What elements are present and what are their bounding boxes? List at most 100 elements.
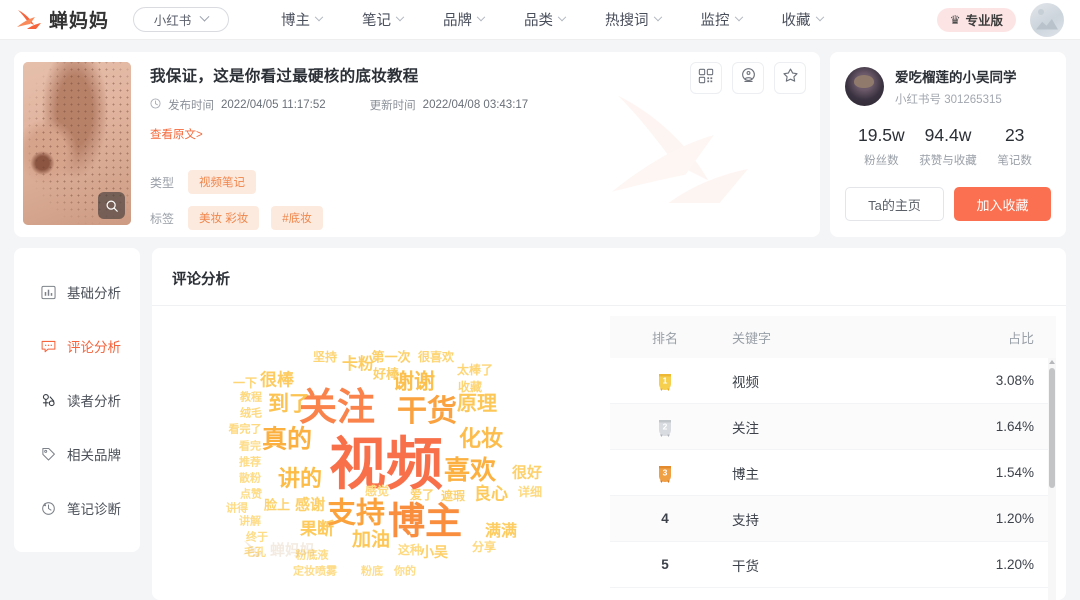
word-cloud-item[interactable]: 点赞: [240, 489, 262, 501]
author-action-buttons: Ta的主页 加入收藏: [845, 187, 1051, 221]
keyword-cell: 关注: [732, 420, 759, 436]
word-cloud-item[interactable]: 博主: [388, 503, 462, 540]
chevron-down-icon: [199, 11, 210, 22]
word-cloud-item[interactable]: 小吴: [420, 545, 448, 559]
word-cloud-item[interactable]: 到了: [268, 394, 310, 415]
pro-version-badge[interactable]: ♛ 专业版: [936, 7, 1016, 32]
sidebar-item-related-brands[interactable]: 相关品牌: [14, 442, 140, 466]
word-cloud-item[interactable]: 支持: [327, 499, 385, 529]
table-row[interactable]: 2 关注 1.64%: [610, 404, 1056, 450]
scrollbar-thumb[interactable]: [1049, 368, 1055, 488]
favorite-button[interactable]: [774, 62, 806, 94]
word-cloud-item[interactable]: 好棒: [373, 368, 399, 381]
word-cloud-item[interactable]: 很棒: [260, 372, 294, 389]
word-cloud-item[interactable]: 详细: [518, 486, 542, 498]
word-cloud-item[interactable]: 很好: [512, 466, 542, 481]
rank-number: 4: [661, 511, 669, 526]
word-cloud-item[interactable]: 推荐: [239, 457, 261, 469]
table-row[interactable]: 5 干货 1.20%: [610, 542, 1056, 588]
word-cloud-item[interactable]: 谢谢: [393, 372, 435, 393]
word-cloud-item[interactable]: 第一次: [371, 351, 410, 364]
word-cloud-item[interactable]: 良心: [474, 486, 508, 503]
word-cloud-item[interactable]: 真的: [262, 427, 312, 453]
search-icon[interactable]: [98, 192, 125, 219]
table-scrollbar[interactable]: [1048, 358, 1056, 600]
word-cloud-item[interactable]: 绒毛: [240, 408, 262, 420]
word-cloud-item[interactable]: 看完了: [229, 424, 262, 436]
bar-chart-icon: [40, 284, 56, 300]
brand-logo-group[interactable]: 蝉妈妈: [14, 6, 109, 33]
add-favorite-button[interactable]: 加入收藏: [954, 187, 1051, 221]
people-icon: [40, 392, 56, 408]
author-avatar[interactable]: [845, 67, 884, 106]
author-homepage-button[interactable]: Ta的主页: [845, 187, 944, 221]
stat-label: 粉丝数: [864, 155, 899, 167]
nav-item-notes[interactable]: 笔记: [362, 9, 405, 30]
sidebar-item-reader-analysis[interactable]: 读者分析: [14, 388, 140, 412]
word-cloud-item[interactable]: 粉底: [361, 566, 383, 578]
scroll-up-arrow-icon[interactable]: [1049, 360, 1055, 364]
note-tag[interactable]: 美妆 彩妆: [188, 206, 260, 230]
nav-item-label: 收藏: [781, 13, 811, 29]
word-cloud-item[interactable]: 加油: [352, 531, 390, 550]
word-cloud-item[interactable]: 散粉: [239, 473, 261, 485]
word-cloud-item[interactable]: 原理: [457, 394, 497, 414]
nav-item-label: 品类: [524, 13, 554, 29]
note-thumbnail[interactable]: [23, 62, 131, 225]
word-cloud-item[interactable]: 果断: [300, 521, 334, 538]
word-cloud-item[interactable]: 遮瑕: [441, 490, 465, 502]
word-cloud-item[interactable]: 讲的: [278, 468, 322, 490]
word-cloud-item[interactable]: 爱了: [410, 489, 434, 501]
word-cloud-item[interactable]: 太棒了: [457, 364, 493, 376]
user-avatar[interactable]: [1030, 2, 1064, 37]
sidebar-item-label: 相关品牌: [67, 448, 121, 463]
platform-selector[interactable]: 小红书: [133, 7, 230, 32]
svg-text:2: 2: [663, 421, 668, 431]
publish-time-value: 2022/04/05 11:17:52: [221, 99, 326, 111]
sidebar-item-label: 笔记诊断: [67, 502, 121, 517]
word-cloud-item[interactable]: 看完: [239, 441, 261, 453]
word-cloud-item[interactable]: 坚持: [313, 351, 337, 363]
word-cloud-item[interactable]: 讲得: [226, 503, 248, 515]
word-cloud-item[interactable]: 你的: [394, 566, 416, 578]
qrcode-button[interactable]: [690, 62, 722, 94]
nav-item-favorites[interactable]: 收藏: [781, 9, 824, 30]
word-cloud-item[interactable]: 满满: [485, 524, 517, 540]
nav-item-monitor[interactable]: 监控: [701, 9, 743, 30]
word-cloud-item[interactable]: 分享: [472, 541, 496, 553]
nav-item-label: 笔记: [362, 13, 392, 29]
word-cloud-item[interactable]: 喜欢: [444, 457, 496, 483]
word-cloud-item[interactable]: 感谢: [295, 498, 325, 513]
word-cloud-item[interactable]: 教程: [240, 392, 262, 404]
table-body: 1 视频 3.08% 2 关注 1.64% 3 博主 1.54% 4 支持 1.20% 5 干货 1.20%: [610, 358, 1056, 600]
sidebar-item-note-diagnosis[interactable]: 笔记诊断: [14, 496, 140, 520]
word-cloud-item[interactable]: 定妆喷雾: [293, 566, 337, 578]
nav-item-category[interactable]: 品类: [524, 9, 567, 30]
nav-item-hot-search[interactable]: 热搜词: [605, 9, 662, 30]
sidebar-item-comment-analysis[interactable]: 评论分析: [14, 334, 140, 358]
table-row[interactable]: 1 视频 3.08%: [610, 358, 1056, 404]
word-cloud-item[interactable]: 化妆: [459, 428, 503, 450]
word-cloud-item[interactable]: 这种: [398, 544, 422, 556]
word-cloud-item[interactable]: 讲解: [239, 516, 261, 528]
word-cloud-item[interactable]: 很喜欢: [418, 351, 454, 363]
word-cloud-item[interactable]: 卡粉: [342, 357, 374, 373]
note-tag[interactable]: #底妆: [271, 206, 323, 230]
word-cloud-item[interactable]: 感觉: [365, 485, 389, 497]
sidebar-item-basic-analysis[interactable]: 基础分析: [14, 280, 140, 304]
table-row[interactable]: 4 支持 1.20%: [610, 496, 1056, 542]
nav-item-brand[interactable]: 品牌: [443, 9, 486, 30]
stat-value: 19.5w: [857, 125, 905, 145]
chanmama-logo-icon: [14, 7, 44, 33]
nav-item-blogger[interactable]: 博主: [281, 9, 324, 30]
camera-button[interactable]: [732, 62, 764, 94]
table-row[interactable]: 3 博主 1.54%: [610, 450, 1056, 496]
word-cloud-item[interactable]: 脸上: [264, 499, 290, 512]
author-id-value: 301265315: [944, 94, 1002, 106]
word-cloud-item[interactable]: 一下: [233, 377, 257, 389]
ratio-cell: 1.64%: [995, 419, 1034, 434]
word-cloud-item[interactable]: 收藏: [458, 381, 482, 393]
word-cloud-item[interactable]: 干货: [397, 397, 457, 427]
word-cloud-item[interactable]: 关注: [299, 389, 375, 427]
view-original-link[interactable]: 查看原文>: [150, 126, 808, 142]
